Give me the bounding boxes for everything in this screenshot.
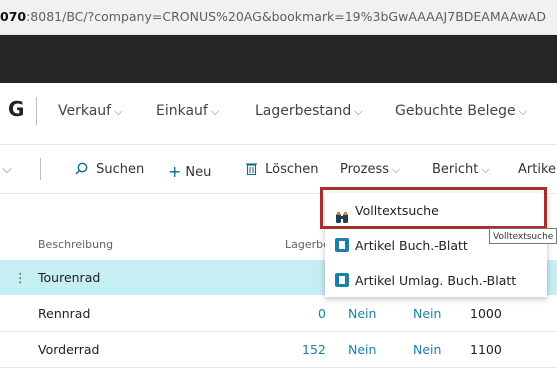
app-header bbox=[0, 35, 557, 83]
process-label: Prozess bbox=[340, 162, 389, 177]
row-value: Nein bbox=[413, 342, 442, 357]
url-text[interactable]: 070:8081/BC/?company=CRONUS%20AG&bookmar… bbox=[0, 0, 557, 34]
company-name[interactable]: G bbox=[8, 97, 24, 121]
nav-item-label: Einkauf bbox=[156, 103, 208, 119]
nav-item-label: Gebuchte Belege bbox=[395, 103, 516, 119]
tooltip: Volltextsuche bbox=[489, 228, 557, 244]
nav-item-gebuchte-belege[interactable]: Gebuchte Belege ⌵ bbox=[395, 103, 527, 119]
chevron-down-icon: ⌵ bbox=[481, 163, 490, 176]
row-value: 1100 bbox=[470, 342, 502, 357]
menu-item-label: Artikel Buch.-Blatt bbox=[355, 238, 468, 253]
article-label: Artike bbox=[518, 162, 557, 177]
plus-icon: + bbox=[168, 162, 182, 181]
chevron-down-icon: ⌵ bbox=[392, 163, 401, 176]
browser-url-bar[interactable]: 070:8081/BC/?company=CRONUS%20AG&bookmar… bbox=[0, 0, 557, 35]
row-inventory[interactable]: 152 bbox=[302, 332, 326, 367]
nav-item-einkauf[interactable]: Einkauf ⌵ bbox=[156, 103, 219, 119]
action-divider bbox=[40, 158, 41, 180]
table-row[interactable]: Rennrad 0 Nein Nein 1000 bbox=[0, 296, 557, 332]
search-icon bbox=[75, 162, 92, 177]
process-menu-button[interactable]: Prozess ⌵ bbox=[340, 162, 400, 177]
chevron-down-icon: ⌵ bbox=[210, 105, 220, 118]
search-button[interactable]: Suchen bbox=[75, 162, 144, 177]
article-menu-button[interactable]: Artike bbox=[518, 162, 556, 177]
delete-label: Löschen bbox=[265, 162, 319, 177]
chevron-down-icon: ⌵ bbox=[114, 105, 123, 118]
new-button[interactable]: + Neu bbox=[168, 162, 211, 181]
row-inventory[interactable]: 0 bbox=[318, 296, 326, 331]
nav-divider bbox=[36, 97, 37, 125]
chevron-down-icon[interactable]: ⌵ bbox=[2, 162, 12, 177]
nav-item-verkauf[interactable]: Verkauf ⌵ bbox=[58, 103, 122, 119]
report-label: Bericht bbox=[432, 162, 479, 177]
row-description[interactable]: Vorderrad bbox=[38, 332, 99, 367]
row-menu-icon[interactable]: ⋮ bbox=[14, 260, 27, 295]
nav-item-label: Lagerbestand bbox=[255, 103, 352, 119]
row-value: Nein bbox=[413, 306, 442, 321]
trash-icon bbox=[246, 162, 261, 177]
row-value: Nein bbox=[348, 306, 377, 321]
row-description[interactable]: Rennrad bbox=[38, 296, 90, 331]
nav-item-label: Verkauf bbox=[58, 103, 112, 119]
search-label: Suchen bbox=[96, 162, 145, 177]
column-header-description[interactable]: Beschreibung bbox=[38, 238, 113, 251]
menu-item-item-reclass-journal[interactable]: Artikel Umlag. Buch.-Blatt bbox=[325, 263, 547, 298]
chevron-down-icon: ⌵ bbox=[518, 105, 527, 118]
report-menu-button[interactable]: Bericht ⌵ bbox=[432, 162, 490, 177]
table-row[interactable]: Vorderrad 152 Nein Nein 1100 bbox=[0, 332, 557, 368]
new-label: Neu bbox=[185, 165, 212, 180]
menu-item-label: Artikel Umlag. Buch.-Blatt bbox=[355, 273, 517, 288]
highlight-box bbox=[320, 187, 547, 229]
chevron-down-icon: ⌵ bbox=[354, 105, 363, 118]
row-value: Nein bbox=[348, 342, 377, 357]
row-description[interactable]: Tourenrad bbox=[38, 260, 100, 295]
journal-icon bbox=[335, 273, 349, 287]
row-value: 1000 bbox=[470, 306, 502, 321]
delete-button[interactable]: Löschen bbox=[246, 162, 319, 177]
nav-item-lagerbestand[interactable]: Lagerbestand ⌵ bbox=[255, 103, 363, 119]
journal-icon bbox=[335, 238, 349, 252]
